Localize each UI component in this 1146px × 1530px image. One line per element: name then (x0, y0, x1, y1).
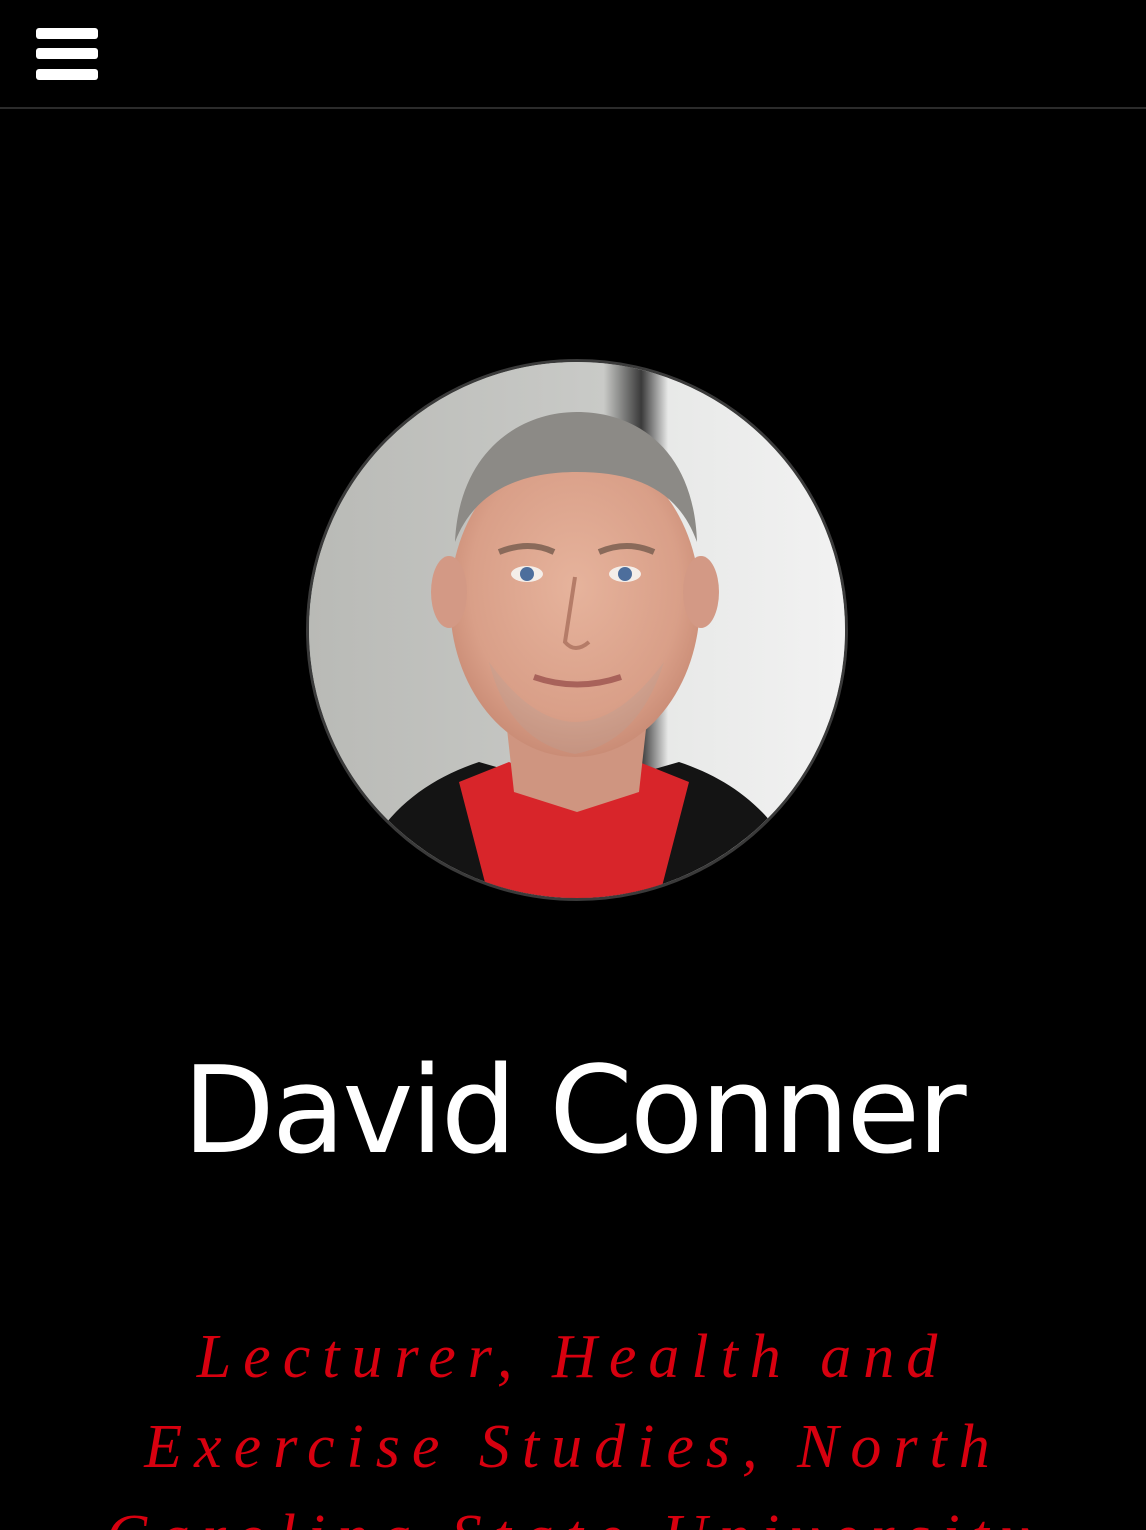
hamburger-menu-icon[interactable] (36, 28, 98, 80)
profile-photo (306, 359, 848, 901)
top-nav-bar (0, 0, 1146, 109)
menu-bar-middle (36, 48, 98, 59)
menu-bar-bottom (36, 69, 98, 80)
profile-title: Lecturer, Health and Exercise Studies, N… (106, 1323, 1029, 1530)
menu-bar-top (36, 28, 98, 39)
profile-name: David Conner (182, 1042, 966, 1181)
